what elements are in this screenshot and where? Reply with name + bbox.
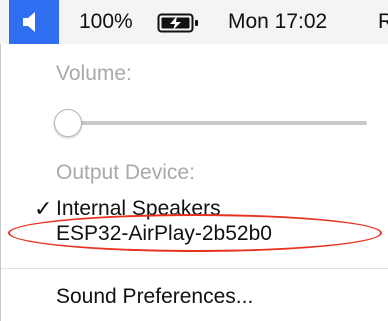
- volume-slider[interactable]: [51, 108, 371, 138]
- volume-label: Volume:: [1, 57, 388, 91]
- output-device-label-text: Output Device:: [56, 161, 195, 184]
- sound-menu-extra[interactable]: [9, 0, 59, 44]
- speaker-icon: [23, 12, 35, 32]
- sound-menu: Volume: Output Device: ✓ Internal Speake…: [0, 44, 388, 321]
- menu-bar: 100% Mon 17:02 R: [0, 0, 388, 45]
- menu-item-sound-preferences[interactable]: Sound Preferences...: [1, 280, 388, 314]
- volume-label-text: Volume:: [56, 62, 132, 85]
- battery-percentage: 100%: [79, 10, 133, 33]
- screen: 100% Mon 17:02 R Volume: Output Device: …: [0, 0, 388, 321]
- menubar-next-item[interactable]: R: [378, 0, 388, 44]
- device-label: ESP32-AirPlay-2b52b0: [56, 222, 272, 245]
- volume-slider-knob[interactable]: [54, 109, 82, 137]
- volume-slider-track: [61, 121, 367, 125]
- output-device-label: Output Device:: [1, 156, 388, 190]
- sound-preferences-label: Sound Preferences...: [56, 285, 254, 308]
- menu-item-esp32-airplay[interactable]: ESP32-AirPlay-2b52b0: [1, 217, 388, 251]
- battery-charging-icon[interactable]: [157, 13, 203, 33]
- menu-divider: [1, 268, 388, 269]
- menubar-clock[interactable]: Mon 17:02: [228, 0, 327, 44]
